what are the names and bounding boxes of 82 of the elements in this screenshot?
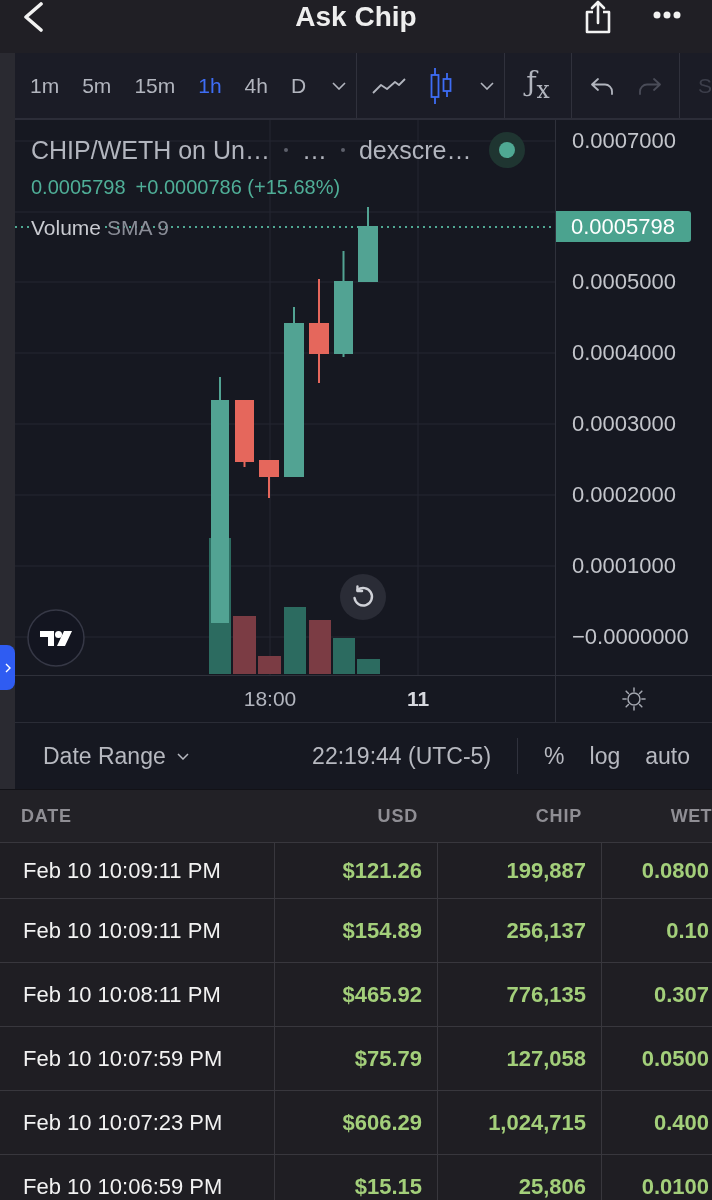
table-cell: 0.0500 — [602, 1027, 712, 1091]
dot-icon — [340, 148, 345, 152]
volume-bar — [357, 659, 380, 674]
legend-title: dexscre… — [358, 135, 472, 166]
page-title: Ask Chip — [295, 0, 417, 33]
table-cell: $15.15 — [275, 1155, 438, 1200]
undo-icon[interactable] — [590, 76, 614, 95]
last-price-tag: 0.0005798 — [556, 211, 691, 242]
status-dot-icon — [489, 132, 525, 168]
sun-icon[interactable] — [622, 687, 646, 711]
table-cell: 256,137 — [438, 899, 602, 963]
chevron-down-icon — [176, 752, 189, 760]
interval-tab[interactable]: D — [290, 72, 307, 99]
clock-time: 22:19:44 (UTC-5) — [312, 742, 492, 770]
back-icon[interactable] — [22, 2, 44, 32]
column-header: CHIP — [534, 804, 583, 828]
table-cell: 127,058 — [438, 1027, 602, 1091]
indicator-params: SMA 9 — [107, 216, 169, 240]
dot-icon — [283, 148, 288, 152]
candlestick — [235, 399, 254, 468]
interval-tab[interactable]: 5m — [82, 72, 112, 99]
date-range-button[interactable]: Date Range — [43, 742, 189, 770]
reset-icon — [351, 585, 375, 609]
line-chart-icon[interactable] — [372, 77, 406, 94]
interval-tab[interactable]: 1h — [198, 72, 222, 99]
share-icon[interactable] — [584, 0, 612, 34]
legend-price: 0.0005798 — [31, 175, 126, 199]
price-axis-label: 0.0007000 — [572, 128, 676, 154]
table-cell: 776,135 — [438, 963, 602, 1027]
time-axis-label: 18:00 — [243, 687, 297, 711]
price-axis-label: 0.0005000 — [572, 269, 676, 295]
date-cell: Feb 10 10:07:59 PM — [0, 1027, 275, 1091]
panel-toggle-button[interactable] — [0, 645, 15, 690]
date-cell: Feb 10 10:07:23 PM — [0, 1091, 275, 1155]
table-cell: 0.0100 — [602, 1155, 712, 1200]
table-cell: 0.307 — [602, 963, 712, 1027]
chevron-right-icon — [4, 662, 11, 673]
price-axis-label: 0.0003000 — [572, 411, 676, 437]
table-cell: $465.92 — [275, 963, 438, 1027]
price-axis-label: −0.0000000 — [572, 624, 689, 650]
price-axis-label: 0.0004000 — [572, 340, 676, 366]
date-cell: Feb 10 10:06:59 PM — [0, 1155, 275, 1200]
price-axis-label: 0.0001000 — [572, 553, 676, 579]
column-header: DATE — [20, 804, 73, 828]
table-cell: $154.89 — [275, 899, 438, 963]
candlestick-icon[interactable] — [430, 66, 452, 105]
reset-view-button[interactable] — [340, 574, 386, 620]
scale-option-button[interactable]: log — [589, 742, 621, 770]
price-axis-label: 0.0002000 — [572, 482, 676, 508]
volume-bar — [258, 656, 281, 674]
volume-bar — [233, 616, 256, 674]
chevron-down-icon[interactable] — [480, 81, 494, 90]
column-header: USD — [376, 804, 419, 828]
interval-tab[interactable]: 4h — [244, 72, 268, 99]
legend-title: … — [301, 135, 327, 166]
scale-option-button[interactable]: % — [544, 742, 565, 770]
logo-icon[interactable] — [27, 609, 85, 667]
table-cell: 199,887 — [438, 843, 602, 899]
table-cell: 25,806 — [438, 1155, 602, 1200]
chevron-down-icon[interactable] — [332, 81, 346, 90]
date-cell: Feb 10 10:08:11 PM — [0, 963, 275, 1027]
column-header: WET — [669, 804, 712, 828]
table-cell: 0.10 — [602, 899, 712, 963]
interval-tab[interactable]: 15m — [134, 72, 176, 99]
volume-bar — [309, 620, 331, 674]
more-icon[interactable] — [653, 11, 681, 19]
table-cell: 0.400 — [602, 1091, 712, 1155]
table-cell: $75.79 — [275, 1027, 438, 1091]
candlestick — [259, 459, 279, 499]
interval-tab[interactable]: 1m — [30, 72, 60, 99]
table-cell: $606.29 — [275, 1091, 438, 1155]
table-cell: $121.26 — [275, 843, 438, 899]
date-cell: Feb 10 10:09:11 PM — [0, 843, 275, 899]
time-axis-label: 11 — [406, 687, 430, 711]
table-cell: 0.0800 — [602, 843, 712, 899]
date-cell: Feb 10 10:09:11 PM — [0, 899, 275, 963]
table-cell: 1,024,715 — [438, 1091, 602, 1155]
volume-bar — [284, 607, 306, 674]
legend-title: CHIP/WETH on Un… — [31, 135, 270, 166]
legend-change: +0.0000786 (+15.68%) — [135, 175, 341, 199]
volume-bar — [333, 638, 355, 674]
scale-option-button[interactable]: auto — [645, 742, 690, 770]
